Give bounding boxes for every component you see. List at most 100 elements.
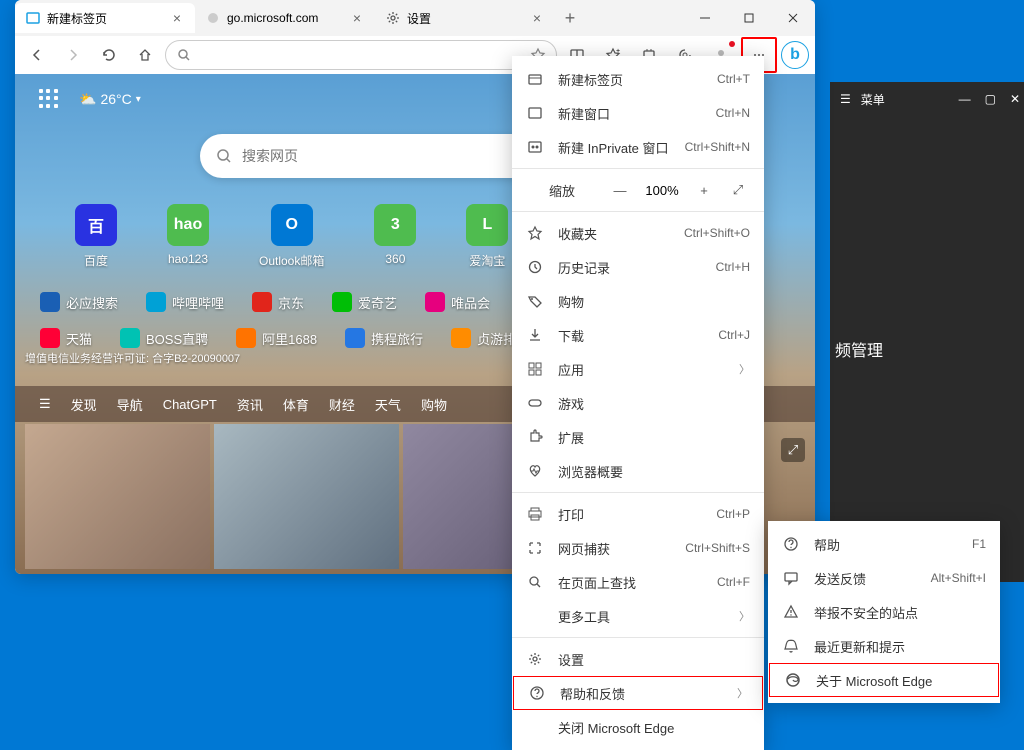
submenu-item-最近更新和提示[interactable]: 最近更新和提示 (768, 629, 1000, 663)
sponsored-link[interactable]: 携程旅行 (345, 328, 423, 348)
sponsored-link[interactable]: 京东 (252, 292, 304, 312)
menu-item-label: 网页捕获 (558, 539, 671, 558)
sponsored-link[interactable]: 天猫 (40, 328, 92, 348)
window-close-button[interactable] (771, 0, 815, 36)
sponsored-link[interactable]: BOSS直聘 (120, 328, 208, 348)
tab-close-button[interactable]: × (529, 10, 545, 26)
back-button[interactable] (21, 39, 53, 71)
news-card[interactable] (214, 424, 399, 569)
browser-tab[interactable]: 设置× (375, 3, 555, 33)
menu-item-设置[interactable]: 设置 (512, 642, 764, 676)
weather-widget[interactable]: ⛅ 26°C ▾ (79, 91, 141, 108)
new-tab-button[interactable]: + (555, 3, 585, 33)
menu-item-label: 扩展 (558, 428, 750, 447)
close-icon[interactable]: ✕ (1010, 92, 1020, 106)
nav-tab[interactable]: ChatGPT (163, 397, 217, 412)
menu-item-label: 在页面上查找 (558, 573, 703, 592)
window-maximize-button[interactable] (727, 0, 771, 36)
browser-tab[interactable]: go.microsoft.com× (195, 3, 375, 33)
feedback-icon (782, 569, 800, 587)
news-card[interactable] (25, 424, 210, 569)
quick-link-icon: O (271, 204, 313, 246)
zoom-out-button[interactable]: — (608, 178, 632, 202)
nav-tab[interactable]: 体育 (283, 395, 309, 414)
submenu-item-关于 Microsoft Edge[interactable]: 关于 Microsoft Edge (769, 663, 999, 697)
hamburger-icon[interactable]: ☰ (39, 396, 51, 412)
browser-tab[interactable]: 新建标签页× (15, 3, 195, 33)
download-icon (526, 326, 544, 344)
quick-link-label: 百度 (84, 252, 108, 269)
window-icon (526, 104, 544, 122)
fullscreen-button[interactable]: ⤢ (726, 178, 750, 202)
menu-item-打印[interactable]: 打印Ctrl+P (512, 497, 764, 531)
nav-tab[interactable]: 购物 (421, 395, 447, 414)
chevron-right-icon: 〉 (739, 608, 750, 624)
sponsored-link[interactable]: 阿里1688 (236, 328, 317, 348)
menu-item-历史记录[interactable]: 历史记录Ctrl+H (512, 250, 764, 284)
menu-item-帮助和反馈[interactable]: 帮助和反馈〉 (513, 676, 763, 710)
private-icon (526, 138, 544, 156)
menu-item-浏览器概要[interactable]: 浏览器概要 (512, 454, 764, 488)
link-label: 阿里1688 (262, 329, 317, 348)
nav-tab[interactable]: 导航 (117, 395, 143, 414)
tab-icon (526, 70, 544, 88)
sponsored-link[interactable]: 哔哩哔哩 (146, 292, 224, 312)
refresh-button[interactable] (93, 39, 125, 71)
nav-tab[interactable]: 资讯 (237, 395, 263, 414)
menu-item-购物[interactable]: 购物 (512, 284, 764, 318)
pulse-icon (526, 462, 544, 480)
menu-item-新建 InPrivate 窗口[interactable]: 新建 InPrivate 窗口Ctrl+Shift+N (512, 130, 764, 164)
menu-shortcut: Ctrl+P (716, 507, 750, 521)
forward-button[interactable] (57, 39, 89, 71)
zoom-in-button[interactable]: + (692, 178, 716, 202)
background-content-label: 频管理 (835, 337, 883, 361)
menu-item-收藏夹[interactable]: 收藏夹Ctrl+Shift+O (512, 216, 764, 250)
menu-item-扩展[interactable]: 扩展 (512, 420, 764, 454)
tab-strip: 新建标签页×go.microsoft.com×设置× + (15, 0, 815, 36)
quick-link-item[interactable]: L爱淘宝 (466, 204, 508, 269)
menu-item-新建窗口[interactable]: 新建窗口Ctrl+N (512, 96, 764, 130)
quick-link-item[interactable]: 百百度 (75, 204, 117, 269)
menu-item-新建标签页[interactable]: 新建标签页Ctrl+T (512, 62, 764, 96)
menu-item-游戏[interactable]: 游戏 (512, 386, 764, 420)
menu-item-label: 更多工具 (558, 607, 725, 626)
nav-tab[interactable]: 财经 (329, 395, 355, 414)
menu-item-下载[interactable]: 下载Ctrl+J (512, 318, 764, 352)
submenu-item-发送反馈[interactable]: 发送反馈Alt+Shift+I (768, 561, 1000, 595)
address-bar[interactable] (165, 40, 557, 70)
quick-link-item[interactable]: haohao123 (167, 204, 209, 269)
bing-button[interactable]: b (781, 41, 809, 69)
nav-tab[interactable]: 发现 (71, 395, 97, 414)
menu-item-关闭 Microsoft Edge[interactable]: 关闭 Microsoft Edge (512, 710, 764, 744)
menu-divider (512, 492, 764, 493)
sponsored-link[interactable]: 必应搜索 (40, 292, 118, 312)
quick-link-item[interactable]: 3360 (374, 204, 416, 269)
history-icon (526, 258, 544, 276)
tab-title: 新建标签页 (47, 10, 169, 27)
menu-item-网页捕获[interactable]: 网页捕获Ctrl+Shift+S (512, 531, 764, 565)
address-input[interactable] (198, 48, 524, 63)
link-favicon-icon (425, 292, 445, 312)
menu-item-更多工具[interactable]: 更多工具〉 (512, 599, 764, 633)
menu-item-label: 收藏夹 (558, 224, 670, 243)
nav-tab[interactable]: 天气 (375, 395, 401, 414)
window-minimize-button[interactable] (683, 0, 727, 36)
hamburger-icon[interactable]: ☰ (840, 92, 851, 106)
menu-item-应用[interactable]: 应用〉 (512, 352, 764, 386)
minimize-icon[interactable]: — (959, 92, 971, 106)
tab-close-button[interactable]: × (349, 10, 365, 26)
menu-item-在页面上查找[interactable]: 在页面上查找Ctrl+F (512, 565, 764, 599)
tab-close-button[interactable]: × (169, 10, 185, 26)
quick-link-item[interactable]: OOutlook邮箱 (259, 204, 324, 269)
home-button[interactable] (129, 39, 161, 71)
menu-shortcut: Alt+Shift+I (931, 571, 986, 585)
submenu-item-举报不安全的站点[interactable]: 举报不安全的站点 (768, 595, 1000, 629)
maximize-icon[interactable]: ▢ (985, 92, 996, 106)
sponsored-link[interactable]: 爱奇艺 (332, 292, 397, 312)
expand-button[interactable]: ⤢ (781, 438, 805, 462)
link-favicon-icon (252, 292, 272, 312)
sponsored-link[interactable]: 唯品会 (425, 292, 490, 312)
star-icon (526, 224, 544, 242)
apps-grid-icon[interactable] (39, 89, 59, 109)
submenu-item-帮助[interactable]: 帮助F1 (768, 527, 1000, 561)
